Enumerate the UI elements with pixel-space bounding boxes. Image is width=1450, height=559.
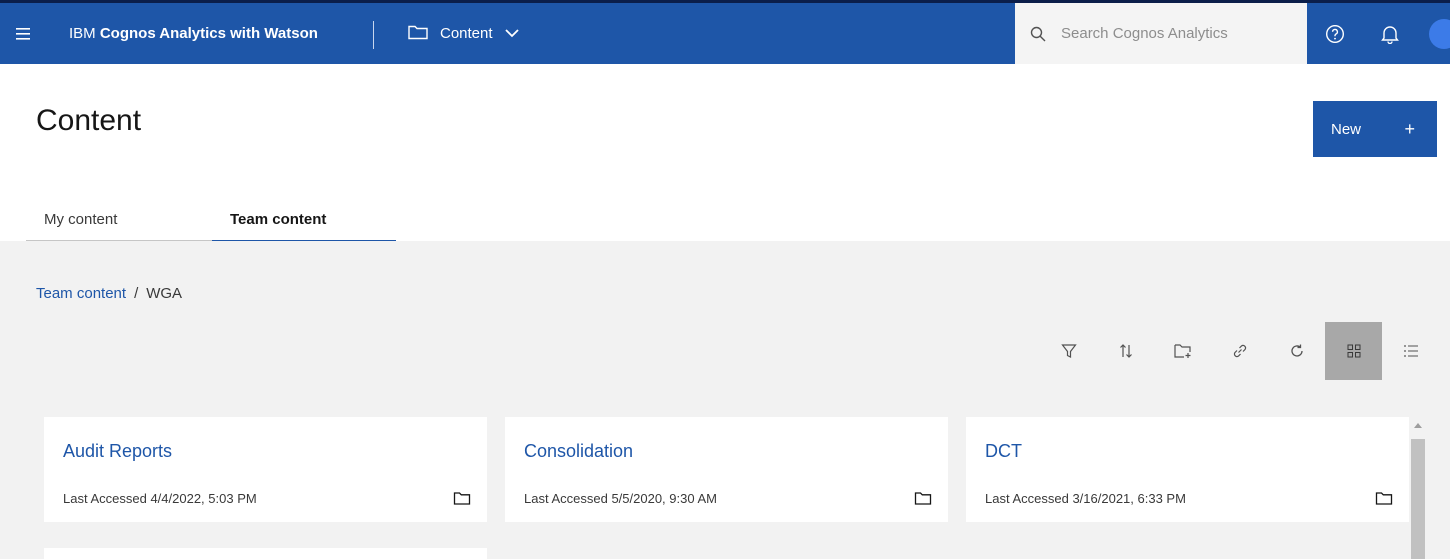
link-icon[interactable] <box>1211 322 1268 380</box>
app-title-prefix: IBM <box>69 25 100 42</box>
app-title: IBM Cognos Analytics with Watson <box>69 3 318 64</box>
card-last-accessed: Last Accessed 3/16/2021, 6:33 PM <box>985 491 1186 506</box>
location-switcher[interactable]: Content <box>408 3 519 64</box>
folder-icon <box>408 24 428 44</box>
tab-team-content[interactable]: Team content <box>212 202 396 242</box>
folder-card[interactable]: Consolidation Last Accessed 5/5/2020, 9:… <box>505 417 948 522</box>
search-icon <box>1015 26 1061 42</box>
app-title-product: Cognos Analytics with Watson <box>99 25 318 42</box>
scroll-up-arrow-icon[interactable] <box>1414 423 1422 428</box>
folder-icon <box>1375 490 1393 511</box>
header-divider <box>373 21 374 49</box>
last-accessed-value: 5/5/2020, 9:30 AM <box>611 491 717 506</box>
content-workspace: Team content / WGA Audit Reports Last Acce… <box>0 241 1450 559</box>
last-accessed-label: Last Accessed <box>524 491 608 506</box>
card-last-accessed: Last Accessed 5/5/2020, 9:30 AM <box>524 491 717 506</box>
filter-icon[interactable] <box>1040 322 1097 380</box>
content-tabs: My content Team content <box>26 202 396 242</box>
scrollbar[interactable] <box>1410 417 1426 559</box>
last-accessed-label: Last Accessed <box>985 491 1069 506</box>
breadcrumb: Team content / WGA <box>36 285 182 302</box>
last-accessed-value: 4/4/2022, 5:03 PM <box>150 491 257 506</box>
list-view-icon[interactable] <box>1382 322 1439 380</box>
breadcrumb-root-link[interactable]: Team content <box>36 285 126 302</box>
menu-icon[interactable] <box>0 3 46 64</box>
card-title[interactable]: DCT <box>985 441 1022 462</box>
page-title: Content <box>36 104 142 137</box>
last-accessed-value: 3/16/2021, 6:33 PM <box>1072 491 1186 506</box>
card-last-accessed: Last Accessed 4/4/2022, 5:03 PM <box>63 491 257 506</box>
content-toolbar <box>1040 322 1439 380</box>
plus-icon: + <box>1404 118 1415 139</box>
avatar[interactable] <box>1429 19 1450 49</box>
grid-view-icon[interactable] <box>1325 322 1382 380</box>
breadcrumb-current: WGA <box>146 285 183 302</box>
card-title[interactable]: Consolidation <box>524 441 633 462</box>
search-box[interactable] <box>1015 3 1307 64</box>
folder-card[interactable] <box>44 548 487 559</box>
sort-icon[interactable] <box>1097 322 1154 380</box>
new-button-label: New <box>1331 120 1362 138</box>
breadcrumb-separator: / <box>134 285 139 302</box>
location-label: Content <box>440 25 493 42</box>
scrollbar-thumb[interactable] <box>1411 439 1425 559</box>
card-title[interactable]: Audit Reports <box>63 441 172 462</box>
chevron-down-icon <box>504 25 519 42</box>
folder-icon <box>914 490 932 511</box>
search-input[interactable] <box>1061 25 1281 42</box>
top-navigation-bar: IBM Cognos Analytics with Watson Content <box>0 3 1450 64</box>
refresh-icon[interactable] <box>1268 322 1325 380</box>
folder-card[interactable]: Audit Reports Last Accessed 4/4/2022, 5:… <box>44 417 487 522</box>
tab-my-content[interactable]: My content <box>26 202 212 242</box>
folder-card[interactable]: DCT Last Accessed 3/16/2021, 6:33 PM <box>966 417 1409 522</box>
help-icon[interactable] <box>1315 3 1355 64</box>
new-button[interactable]: New + <box>1313 101 1437 157</box>
notification-bell-icon[interactable] <box>1370 3 1410 64</box>
last-accessed-label: Last Accessed <box>63 491 147 506</box>
new-folder-icon[interactable] <box>1154 322 1211 380</box>
folder-icon <box>453 490 471 511</box>
